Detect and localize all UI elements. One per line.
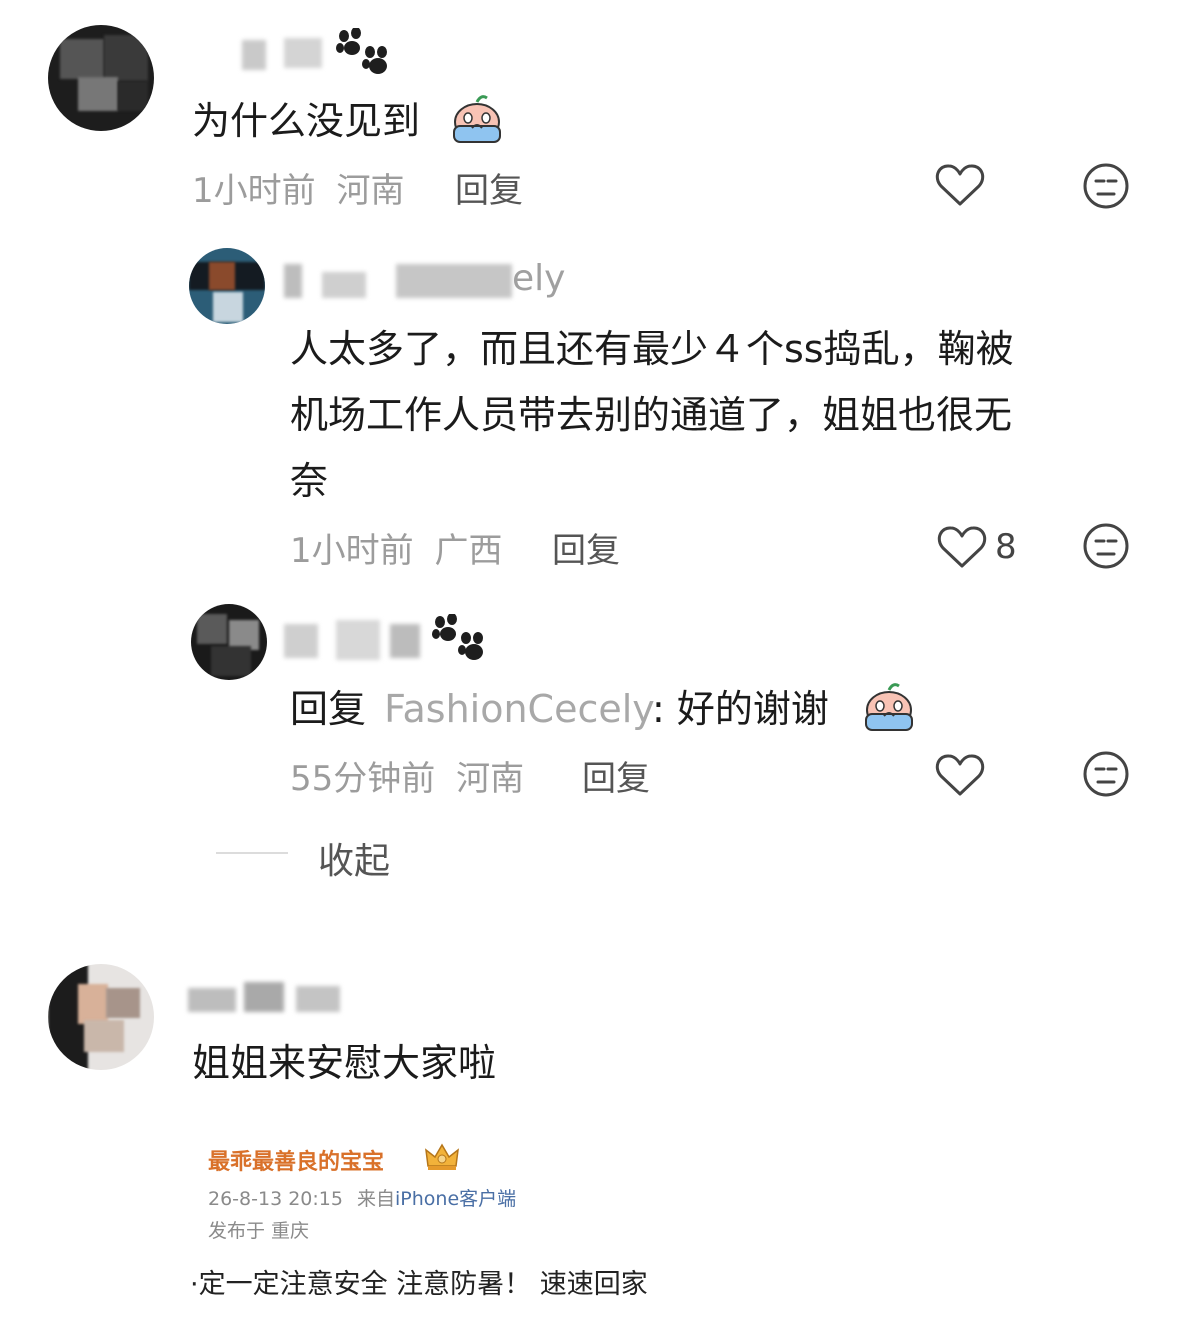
nickname-redacted[interactable] [242,40,266,70]
nickname-redacted[interactable] [396,264,512,298]
mention-link[interactable]: FashionCecely [384,687,652,731]
comment-text: 为什么没见到 [192,88,420,154]
paw-print-icon [334,28,392,76]
reply-button[interactable]: 回复 [455,163,523,212]
like-count: 8 [995,527,1017,567]
reply-time: 55分钟前 [290,759,436,799]
reply-button[interactable]: 回复 [552,523,620,572]
reply-body: : 好的谢谢 [652,687,829,731]
reply-text-line: 奈 [290,459,329,503]
nickname-redacted[interactable] [244,982,284,1012]
quoted-meta: 26-8-13 20:15 来自iPhone客户端 [208,1184,516,1211]
nickname-redacted[interactable] [188,988,236,1012]
reply-time: 1小时前 [290,531,414,571]
nickname-visible-part[interactable]: ely [512,258,565,299]
collapse-divider [216,852,288,854]
quoted-source-prefix: 来自 [357,1188,396,1210]
neutral-face-icon[interactable] [1082,162,1130,210]
heart-outline-icon[interactable] [935,752,985,798]
comment-meta: 1小时前 河南 [192,163,404,212]
paw-print-icon [430,614,488,662]
reply-button[interactable]: 回复 [582,751,650,800]
reply-text-line: 人太多了，而且还有最少４个ss捣乱，鞠被 [290,327,1014,371]
avatar[interactable] [48,25,154,131]
neutral-face-icon[interactable] [1082,522,1130,570]
comment-body: 姐姐来安慰大家啦 [192,1041,497,1085]
avatar[interactable] [191,604,267,680]
nickname-redacted[interactable] [284,264,302,298]
reply-text: 回复 FashionCecely: 好的谢谢 [290,676,829,742]
crying-face-emoji [862,682,916,732]
collapse-button[interactable]: 收起 [318,832,390,884]
quoted-date: 26-8-13 20:15 [208,1188,343,1210]
nickname-redacted[interactable] [322,272,366,298]
quoted-author: 最乖最善良的宝宝 [208,1150,385,1175]
quoted-text: ·定一定注意安全 注意防暑！ 速速回家 [190,1269,648,1300]
reply-prefix: 回复 [290,687,367,731]
heart-outline-icon[interactable] [937,524,987,570]
neutral-face-icon[interactable] [1082,750,1130,798]
reply-location: 河南 [456,759,525,799]
nickname-redacted[interactable] [284,38,322,68]
nickname-redacted[interactable] [390,624,420,658]
nickname-redacted[interactable] [296,986,340,1012]
nickname-redacted[interactable] [284,624,318,658]
reply-meta: 1小时前 广西 [290,523,502,572]
comment-location: 河南 [336,171,405,211]
reply-location: 广西 [434,531,503,571]
avatar[interactable] [48,964,154,1070]
comment-body: 为什么没见到 [192,99,421,143]
heart-outline-icon[interactable] [935,162,985,208]
nickname-redacted[interactable] [336,620,380,660]
avatar[interactable] [189,248,265,324]
quoted-source: iPhone客户端 [395,1188,517,1210]
quoted-location: 发布于 重庆 [208,1220,310,1242]
crown-icon [424,1142,460,1172]
quoted-post-header: 最乖最善良的宝宝 [208,1144,384,1176]
reply-meta: 55分钟前 河南 [290,751,524,800]
comment-time: 1小时前 [192,171,316,211]
reply-text-line: 机场工作人员带去别的通道了，姐姐也很无 [290,393,1013,437]
crying-face-emoji [450,94,504,144]
